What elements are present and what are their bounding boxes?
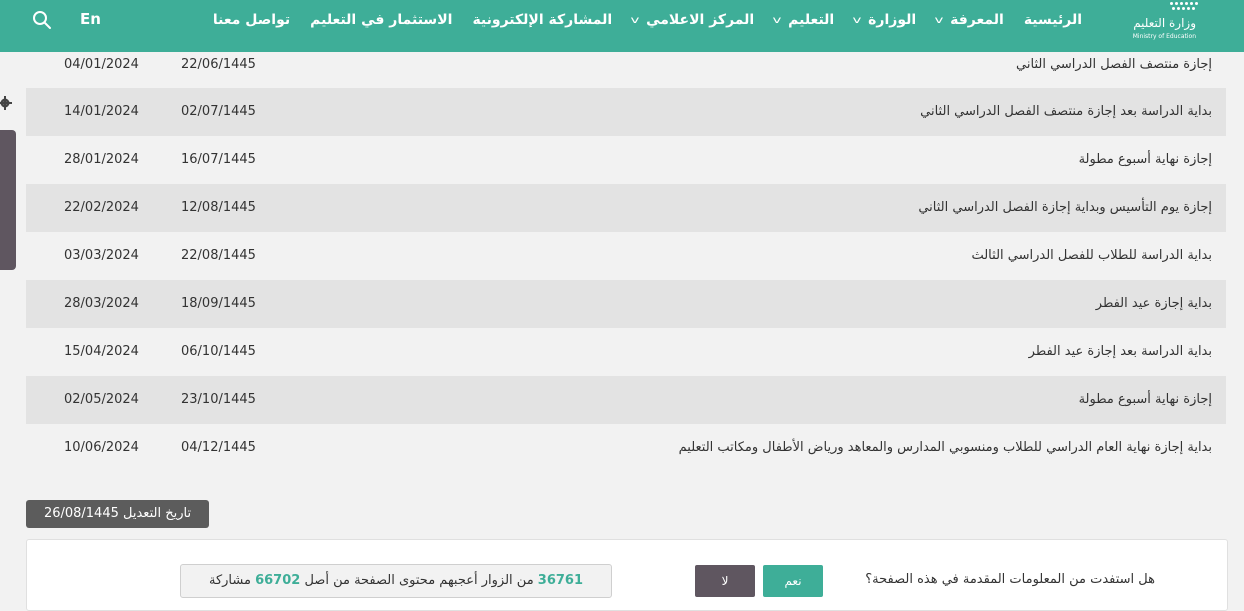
chevron-down-icon: v — [934, 14, 944, 26]
event-cell: إجازة منتصف الفصل الدراسي الثاني — [1016, 57, 1212, 72]
event-cell: إجازة نهاية أسبوع مطولة — [1078, 152, 1212, 167]
nav-contact[interactable]: تواصل معنا — [203, 12, 300, 28]
hijri-date-cell: 18/09/1445 — [181, 296, 256, 311]
hijri-date-cell: 04/12/1445 — [181, 440, 256, 455]
table-row: بداية إجازة نهاية العام الدراسي للطلاب و… — [26, 424, 1226, 472]
table-row: بداية الدراسة بعد إجازة منتصف الفصل الدر… — [26, 88, 1226, 136]
search-icon[interactable] — [32, 10, 52, 30]
nav-home[interactable]: الرئيسية — [1014, 12, 1092, 28]
gregorian-date-cell: 28/01/2024 — [64, 152, 139, 167]
total-count: 66702 — [255, 573, 301, 588]
table-row: بداية الدراسة بعد إجازة عيد الفطر 06/10/… — [26, 328, 1226, 376]
academic-calendar-table: إجازة منتصف الفصل الدراسي الثاني 22/06/1… — [26, 42, 1226, 472]
gregorian-date-cell: 14/01/2024 — [64, 104, 139, 119]
yes-button[interactable]: نعم — [763, 565, 823, 597]
table-row: بداية الدراسة للطلاب للفصل الدراسي الثال… — [26, 232, 1226, 280]
chevron-down-icon: v — [630, 14, 640, 26]
table-row: إجازة نهاية أسبوع مطولة 23/10/1445 02/05… — [26, 376, 1226, 424]
event-cell: إجازة يوم التأسيس وبداية إجازة الفصل الد… — [918, 200, 1212, 215]
event-cell: بداية الدراسة بعد إجازة منتصف الفصل الدر… — [920, 104, 1212, 119]
event-cell: بداية إجازة نهاية العام الدراسي للطلاب و… — [678, 440, 1212, 455]
logo-dots-icon — [1162, 2, 1198, 14]
event-cell: بداية إجازة عيد الفطر — [1095, 296, 1212, 311]
main-nav: الرئيسية المعرفة v الوزارة v التعليم v المر… — [203, 0, 1092, 40]
modified-date-badge: تاريخ التعديل 26/08/1445 — [26, 500, 209, 528]
event-cell: بداية الدراسة للطلاب للفصل الدراسي الثال… — [971, 248, 1212, 263]
event-cell: بداية الدراسة بعد إجازة عيد الفطر — [1028, 344, 1212, 359]
feedback-panel: هل استفدت من المعلومات المقدمة في هذه ال… — [26, 539, 1228, 611]
accessibility-side-tab[interactable] — [0, 130, 16, 270]
gregorian-date-cell: 15/04/2024 — [64, 344, 139, 359]
nav-education[interactable]: التعليم v — [764, 12, 844, 28]
nav-e-participation[interactable]: المشاركة الإلكترونية — [462, 12, 622, 28]
event-cell: إجازة نهاية أسبوع مطولة — [1078, 392, 1212, 407]
language-toggle[interactable]: En — [80, 10, 101, 28]
nav-media-center[interactable]: المركز الاعلامي v — [622, 12, 764, 28]
nav-investment[interactable]: الاستثمار في التعليم — [300, 12, 462, 28]
chevron-down-icon: v — [772, 14, 782, 26]
logo-english: Ministry of Education — [1132, 33, 1196, 40]
gregorian-date-cell: 02/05/2024 — [64, 392, 139, 407]
hijri-date-cell: 02/07/1445 — [181, 104, 256, 119]
table-row: بداية إجازة عيد الفطر 18/09/1445 28/03/2… — [26, 280, 1226, 328]
gregorian-date-cell: 10/06/2024 — [64, 440, 139, 455]
stats-middle-text: من الزوار أعجبهم محتوى الصفحة من أصل — [304, 573, 534, 588]
hijri-date-cell: 22/08/1445 — [181, 248, 256, 263]
chevron-down-icon: v — [852, 14, 862, 26]
no-button[interactable]: لا — [695, 565, 755, 597]
table-row: إجازة يوم التأسيس وبداية إجازة الفصل الد… — [26, 184, 1226, 232]
nav-knowledge[interactable]: المعرفة v — [926, 12, 1014, 28]
table-row: إجازة نهاية أسبوع مطولة 16/07/1445 28/01… — [26, 136, 1226, 184]
gregorian-date-cell: 22/02/2024 — [64, 200, 139, 215]
table-row: إجازة منتصف الفصل الدراسي الثاني 22/06/1… — [26, 42, 1226, 88]
hijri-date-cell: 22/06/1445 — [181, 57, 256, 72]
hijri-date-cell: 16/07/1445 — [181, 152, 256, 167]
logo-arabic: وزارة التعليم — [1133, 16, 1196, 30]
gregorian-date-cell: 28/03/2024 — [64, 296, 139, 311]
feedback-stats: 36761 من الزوار أعجبهم محتوى الصفحة من أ… — [180, 564, 612, 598]
hijri-date-cell: 23/10/1445 — [181, 392, 256, 407]
gear-icon[interactable] — [0, 96, 12, 110]
hijri-date-cell: 12/08/1445 — [181, 200, 256, 215]
hijri-date-cell: 06/10/1445 — [181, 344, 256, 359]
nav-ministry[interactable]: الوزارة v — [844, 12, 926, 28]
gregorian-date-cell: 03/03/2024 — [64, 248, 139, 263]
gregorian-date-cell: 04/01/2024 — [64, 57, 139, 72]
liked-count: 36761 — [537, 573, 584, 588]
feedback-question: هل استفدت من المعلومات المقدمة في هذه ال… — [865, 572, 1155, 587]
stats-suffix: مشاركة — [208, 573, 251, 588]
